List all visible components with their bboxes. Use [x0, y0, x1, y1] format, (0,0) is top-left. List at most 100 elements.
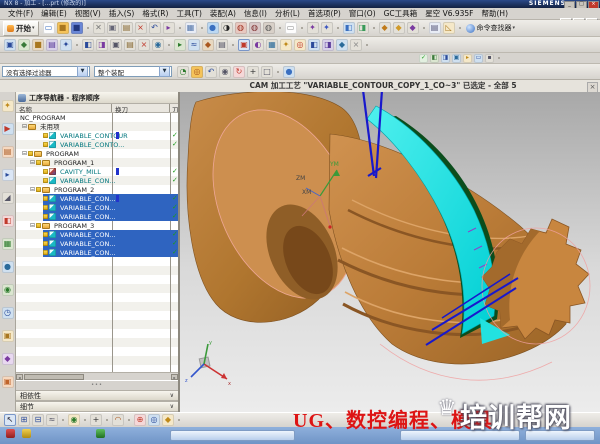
- render-style-icon[interactable]: ◉: [68, 414, 80, 426]
- menu-插入S[interactable]: 插入(S): [105, 8, 139, 19]
- tree-row[interactable]: VARIABLE_CON...✓: [16, 230, 178, 239]
- csys-icon[interactable]: ⊕: [134, 414, 146, 426]
- tree-row[interactable]: CAVITY_MILL✓: [16, 167, 178, 176]
- taskbar-button[interactable]: [525, 430, 595, 441]
- tree-row[interactable]: ⊟PROGRAM_3: [16, 221, 178, 230]
- paste-operation-icon[interactable]: ▤: [124, 39, 136, 51]
- menu-帮助H[interactable]: 帮助(H): [478, 8, 513, 19]
- select-add-icon[interactable]: ⊞: [18, 414, 30, 426]
- note-icon[interactable]: ▭: [474, 54, 483, 63]
- details-panel[interactable]: 细节∨: [16, 401, 178, 412]
- shaded-edges-icon[interactable]: ◍: [235, 22, 247, 34]
- show-hidden-icon[interactable]: ◉: [219, 66, 231, 78]
- rotate-view-icon[interactable]: ↻: [233, 66, 245, 78]
- selection-scope-combo[interactable]: 整个装配▼: [94, 66, 172, 77]
- menu-GC工具箱[interactable]: GC工具箱: [380, 8, 422, 19]
- view-orient-icon[interactable]: ●: [207, 22, 219, 34]
- delete-operation-icon[interactable]: ×: [138, 39, 150, 51]
- expander-icon[interactable]: ⊟: [22, 123, 27, 130]
- menu-文件F[interactable]: 文件(F): [4, 8, 37, 19]
- verify-3-icon[interactable]: ▣: [452, 54, 461, 63]
- history-icon[interactable]: ◷: [2, 307, 14, 319]
- magnifier-icon[interactable]: ◎: [148, 414, 160, 426]
- menu-工具T[interactable]: 工具(T): [172, 8, 205, 19]
- menu-窗口O[interactable]: 窗口(O): [345, 8, 380, 19]
- open-icon[interactable]: ■: [57, 22, 69, 34]
- expander-icon[interactable]: ⊟: [22, 150, 27, 157]
- synchronize-icon[interactable]: ◎: [294, 39, 306, 51]
- create-tool-icon[interactable]: ◆: [18, 39, 30, 51]
- part-navigator-icon[interactable]: ▤: [2, 146, 14, 158]
- shaded-sphere-icon[interactable]: ●: [283, 66, 295, 78]
- edit-operation-icon[interactable]: ◧: [82, 39, 94, 51]
- graphics-window[interactable]: ZM XM YM x y z: [180, 92, 600, 412]
- create-geometry-icon[interactable]: ■: [32, 39, 44, 51]
- point-constructor-icon[interactable]: +: [90, 414, 102, 426]
- previous-selection-icon[interactable]: ↶: [205, 66, 217, 78]
- tree-row[interactable]: VARIABLE_CON...✓: [16, 248, 178, 257]
- copy-icon[interactable]: ▣: [107, 22, 119, 34]
- tree-row[interactable]: VARIABLE_CON...✓: [16, 176, 178, 185]
- menu-星空 V6.935F[interactable]: 星空 V6.935F: [421, 8, 477, 19]
- create-method-icon[interactable]: ▤: [46, 39, 58, 51]
- tree-row[interactable]: VARIABLE_CON...✓: [16, 239, 178, 248]
- tree-row[interactable]: ⊟PROGRAM_2: [16, 185, 178, 194]
- dependencies-panel[interactable]: 相依性∨: [16, 390, 178, 401]
- replay-toolpath-icon[interactable]: ≈: [188, 39, 200, 51]
- new-part-icon[interactable]: ▭: [43, 22, 55, 34]
- save-icon[interactable]: ■: [71, 22, 83, 34]
- create-program-icon[interactable]: ▣: [4, 39, 16, 51]
- command-finder[interactable]: 命令查找器▾: [466, 23, 516, 33]
- confirm-check-icon[interactable]: ✓: [419, 54, 428, 63]
- hd3d-tools-icon[interactable]: ●: [2, 261, 14, 273]
- pan-view-icon[interactable]: +: [247, 66, 259, 78]
- gc-toolbox-icon[interactable]: ▣: [2, 330, 14, 342]
- machine-tool-navigator-icon[interactable]: ◢: [2, 192, 14, 204]
- tree-row[interactable]: ⊟PROGRAM_1: [16, 158, 178, 167]
- taskbar-button[interactable]: [400, 430, 520, 441]
- snap-angle-icon[interactable]: ◔: [177, 66, 189, 78]
- layer-settings-icon[interactable]: ▤: [429, 22, 441, 34]
- machining-environment-icon[interactable]: ▣: [238, 39, 250, 51]
- reuse-library-icon[interactable]: ▦: [2, 238, 14, 250]
- column-toolpath[interactable]: 刀: [170, 104, 178, 112]
- drafting-icon[interactable]: ◺: [443, 22, 455, 34]
- verify-1-icon[interactable]: ◧: [430, 54, 439, 63]
- window-fit-icon[interactable]: ▭: [285, 22, 297, 34]
- tree-row[interactable]: VARIABLE_CON...✓: [16, 212, 178, 221]
- display-operation-icon[interactable]: ◉: [152, 39, 164, 51]
- link-1-icon[interactable]: ◆: [379, 22, 391, 34]
- menu-编辑E[interactable]: 编辑(E): [37, 8, 71, 19]
- palette-icon[interactable]: ◆: [162, 414, 174, 426]
- verify-toolpath-icon[interactable]: ◆: [202, 39, 214, 51]
- tool-path-gouge-icon[interactable]: ✦: [280, 39, 292, 51]
- assembly-navigator-icon[interactable]: ✦: [2, 100, 14, 112]
- tree-row[interactable]: NC_PROGRAM: [16, 113, 178, 122]
- shaded-icon[interactable]: ◍: [249, 22, 261, 34]
- edit-object-display-icon[interactable]: ◨: [357, 22, 369, 34]
- menu-首选项P[interactable]: 首选项(P): [304, 8, 345, 19]
- column-toolchange[interactable]: 换刀: [112, 104, 170, 112]
- undo-icon[interactable]: ↶: [149, 22, 161, 34]
- tree-row[interactable]: ⊟PROGRAM: [16, 149, 178, 158]
- link-3-icon[interactable]: ◆: [407, 22, 419, 34]
- desktop-icon[interactable]: [6, 429, 15, 438]
- create-operation-icon[interactable]: ✦: [60, 39, 72, 51]
- menu-信息I[interactable]: 信息(I): [240, 8, 271, 19]
- delete-icon[interactable]: ×: [135, 22, 147, 34]
- link-2-icon[interactable]: ◆: [393, 22, 405, 34]
- roles-icon[interactable]: ▣: [2, 376, 14, 388]
- tree-row[interactable]: VARIABLE_CON...✓: [16, 203, 178, 212]
- orient-view-2-icon[interactable]: ✦: [321, 22, 333, 34]
- menu-格式R[interactable]: 格式(R): [138, 8, 172, 19]
- verify-2-icon[interactable]: ◨: [441, 54, 450, 63]
- cut-icon[interactable]: ✕: [93, 22, 105, 34]
- tree-row[interactable]: ⊟未用项: [16, 122, 178, 131]
- start-button[interactable]: 开始▾: [3, 21, 39, 36]
- desktop-icon[interactable]: [96, 429, 105, 438]
- list-toolpath-icon[interactable]: ▤: [216, 39, 228, 51]
- column-name[interactable]: 名称: [16, 104, 112, 112]
- select-cursor-icon[interactable]: ↖: [4, 414, 16, 426]
- tree-row[interactable]: VARIABLE_CONTO...✓: [16, 140, 178, 149]
- post-process-icon[interactable]: ◐: [252, 39, 264, 51]
